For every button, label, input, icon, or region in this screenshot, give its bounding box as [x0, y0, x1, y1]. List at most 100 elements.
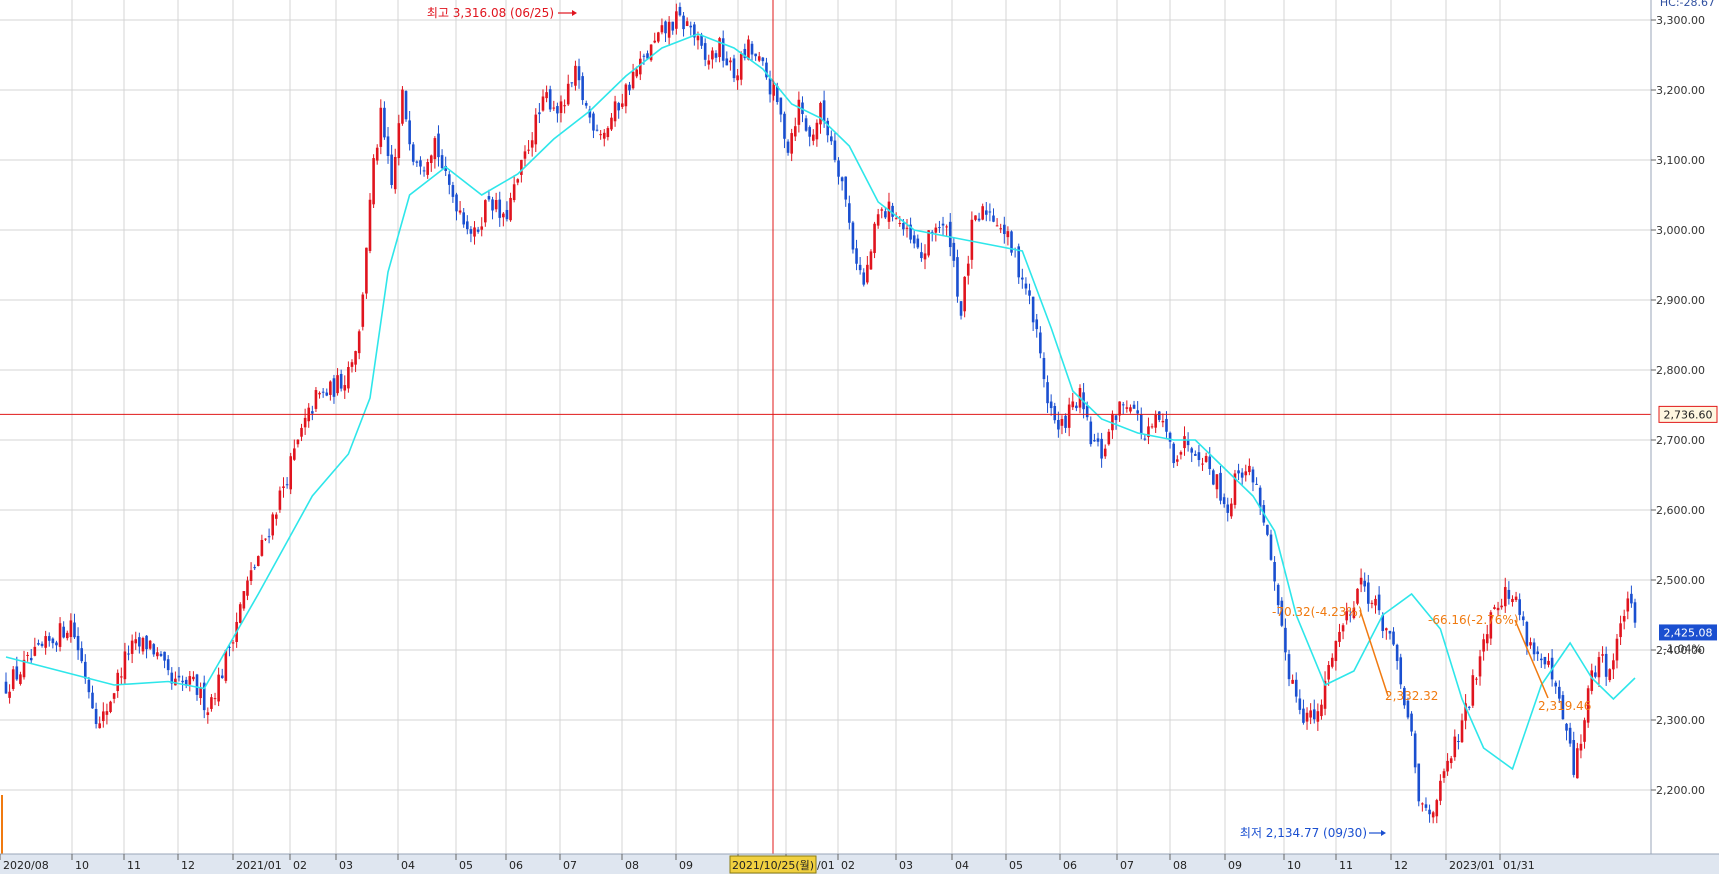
- candle-body: [999, 228, 1002, 230]
- candle-body: [981, 206, 984, 220]
- candle-body: [383, 107, 386, 138]
- candle-body: [1031, 296, 1035, 323]
- candle-body: [826, 120, 830, 136]
- candle-body: [1024, 283, 1028, 289]
- candle-body: [498, 199, 502, 218]
- x-tick-label: 12: [1394, 859, 1408, 872]
- candle-body: [725, 58, 729, 66]
- candle-body: [747, 39, 750, 60]
- crosshair-date-label: 2021/10/25(월): [732, 859, 814, 872]
- candle-body: [1428, 809, 1431, 815]
- candle-body: [1630, 593, 1633, 604]
- candle-body: [256, 556, 260, 566]
- candle-body: [152, 644, 156, 655]
- candle-body: [1294, 679, 1298, 697]
- candle-body: [902, 223, 905, 230]
- candle-body: [1197, 452, 1201, 461]
- candle-body: [509, 197, 512, 221]
- candle-body: [1626, 598, 1630, 612]
- candle-body: [62, 626, 65, 638]
- candle-body: [1622, 616, 1626, 622]
- candle-body: [1053, 406, 1057, 421]
- candle-body: [1410, 713, 1413, 732]
- candle-body: [1594, 672, 1597, 677]
- candle-body: [1237, 470, 1240, 474]
- x-tick-label: 06: [1063, 859, 1077, 872]
- candle-body: [210, 697, 213, 709]
- candle-body: [40, 643, 44, 646]
- candle-body: [1226, 504, 1230, 513]
- candle-body: [1028, 290, 1031, 296]
- candle-body: [1500, 605, 1503, 608]
- candle-body: [1049, 401, 1053, 409]
- candle-body: [1057, 419, 1060, 430]
- candle-body: [231, 642, 235, 644]
- candle-body: [350, 362, 354, 367]
- candle-body: [653, 40, 657, 43]
- stock-chart[interactable]: 최고 3,316.08 (06/25) 최저 2,134.77 (09/30) -7…: [0, 0, 1719, 874]
- candle-body: [26, 654, 29, 656]
- candle-body: [1186, 440, 1190, 446]
- candle-body: [300, 427, 303, 437]
- candle-body: [1399, 657, 1403, 685]
- candle-body: [1453, 736, 1457, 758]
- candle-body: [325, 392, 329, 396]
- candle-body: [397, 123, 401, 159]
- candle-body: [1338, 631, 1341, 642]
- candle-body: [793, 126, 797, 137]
- candle-body: [1161, 420, 1165, 423]
- candle-body: [696, 36, 700, 41]
- candle-body: [757, 56, 761, 61]
- candle-body: [682, 15, 685, 30]
- candle-body: [1269, 534, 1273, 560]
- candle-body: [347, 367, 350, 389]
- candle-body: [855, 248, 858, 264]
- candle-body: [332, 378, 336, 397]
- candle-body: [386, 136, 390, 156]
- candle-body: [1240, 472, 1244, 478]
- candle-body: [1139, 414, 1143, 435]
- candle-body: [1093, 440, 1096, 442]
- candle-body: [37, 643, 40, 645]
- candle-body: [65, 632, 69, 639]
- candle-body: [217, 674, 220, 702]
- candle-body: [311, 411, 314, 414]
- crosshair-price-label: 2,736.60: [1664, 408, 1713, 421]
- candle-body: [1021, 277, 1024, 280]
- candle-body: [732, 58, 736, 79]
- candle-body: [354, 351, 357, 365]
- candle-body: [404, 91, 408, 120]
- candle-body: [1212, 470, 1215, 485]
- candle-body: [884, 211, 887, 218]
- candle-body: [1266, 524, 1269, 535]
- candle-body: [1309, 710, 1312, 718]
- candle-body: [321, 391, 325, 393]
- candle-body: [559, 101, 563, 114]
- crosshair: [0, 0, 1651, 854]
- candle-body: [393, 156, 397, 190]
- candle-body: [1457, 740, 1460, 742]
- candle-body: [289, 456, 293, 490]
- candle-body: [599, 134, 602, 136]
- candle-body: [1165, 418, 1168, 432]
- y-tick-label: 2,800.00: [1656, 364, 1705, 377]
- candle-body: [134, 639, 138, 644]
- chart-canvas[interactable]: 최고 3,316.08 (06/25) 최저 2,134.77 (09/30) -7…: [0, 0, 1719, 874]
- candle-body: [314, 390, 318, 409]
- x-tick-label: 09: [1228, 859, 1242, 872]
- candle-body: [837, 160, 840, 177]
- candle-body: [858, 264, 862, 271]
- candle-body: [1327, 665, 1330, 680]
- candle-body: [102, 711, 105, 722]
- candle-body: [1431, 812, 1435, 818]
- candle-body: [545, 92, 548, 99]
- candle-body: [401, 89, 404, 124]
- high-label: 최고 3,316.08 (06/25): [427, 6, 554, 20]
- candle-body: [970, 219, 974, 260]
- x-tick-label: 11: [127, 859, 141, 872]
- candle-body: [721, 38, 725, 61]
- candle-body: [527, 149, 530, 151]
- candle-body: [577, 66, 581, 81]
- candle-body: [1367, 582, 1370, 604]
- candle-body: [1442, 771, 1446, 778]
